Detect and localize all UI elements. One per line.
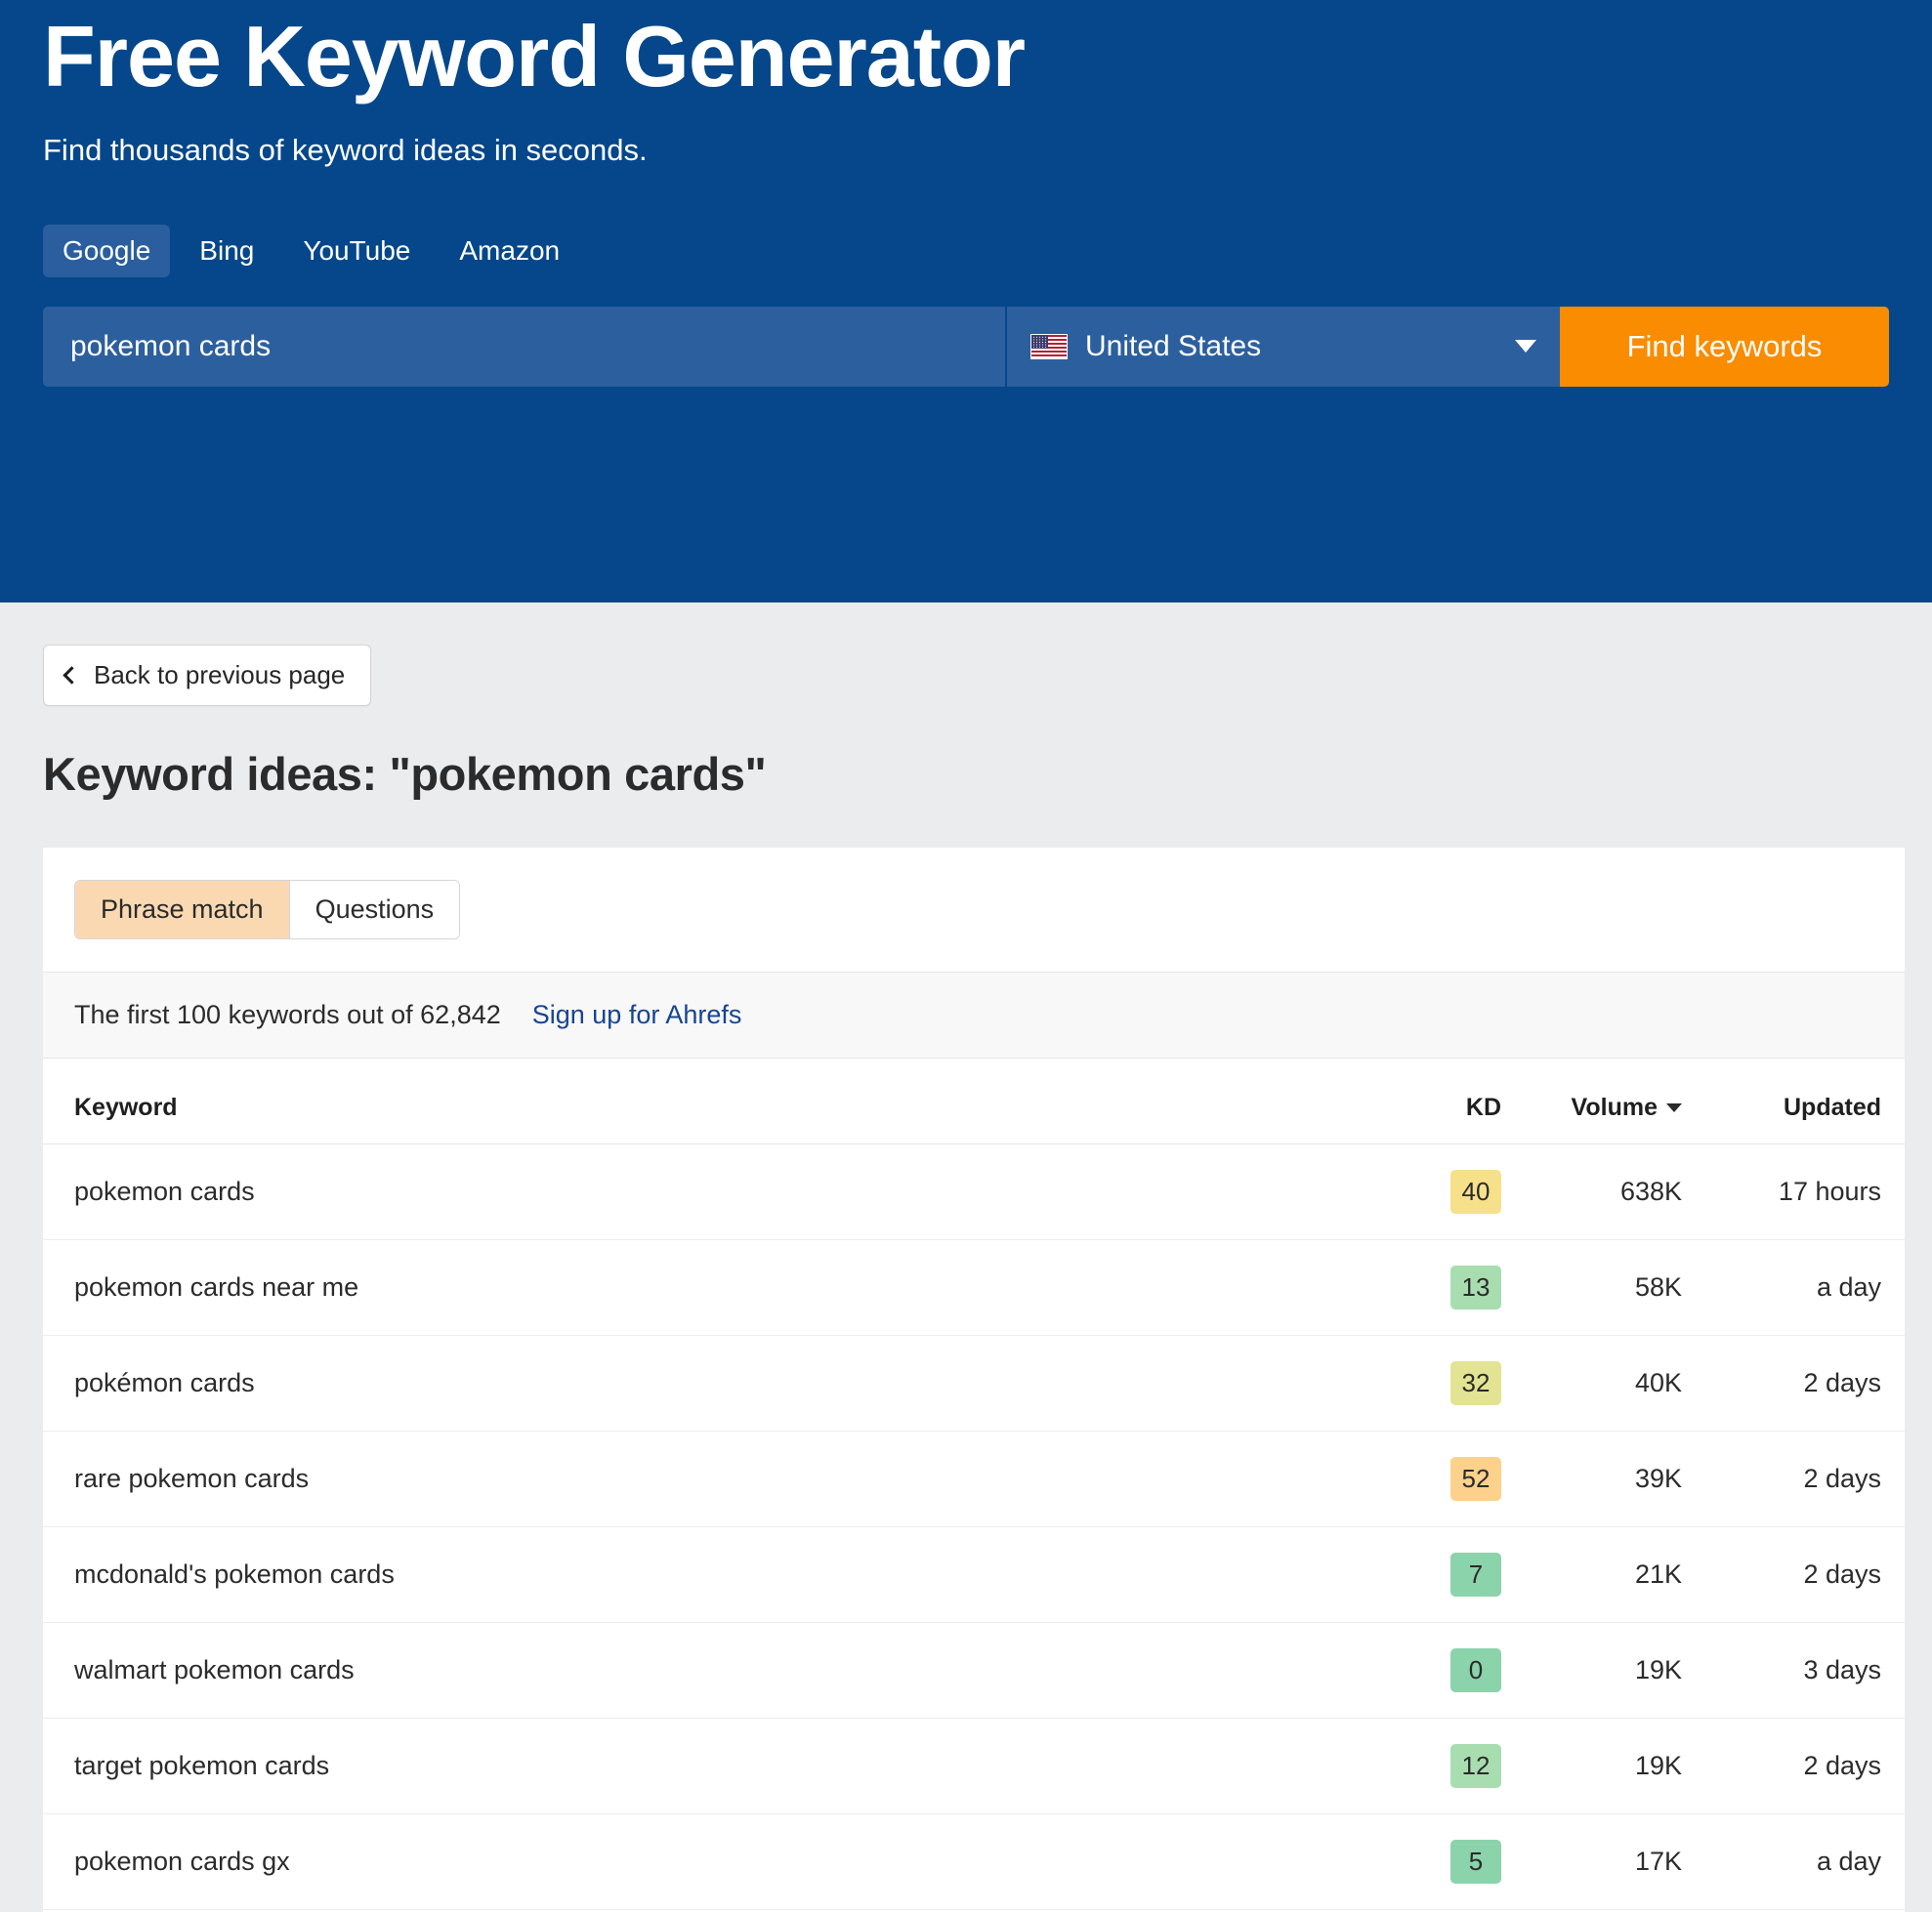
cell-keyword[interactable]: target pokemon cards	[43, 1718, 1316, 1814]
updated-header-label: Updated	[1784, 1094, 1881, 1121]
cell-kd: 40	[1316, 1143, 1501, 1240]
table-row[interactable]: pokemon cards near me 13 58K a day	[43, 1239, 1905, 1336]
table-row[interactable]: pokémon cards 32 40K 2 days	[43, 1335, 1905, 1432]
kd-badge: 32	[1450, 1361, 1501, 1405]
cell-kd: 13	[1316, 1239, 1501, 1336]
hero-header: Free Keyword Generator Find thousands of…	[0, 0, 1932, 603]
keyword-table-body: pokemon cards 40 638K 17 hours pokemon cards…	[43, 1143, 1905, 1912]
cell-volume: 21K	[1501, 1526, 1682, 1623]
back-button-label: Back to previous page	[94, 660, 346, 689]
results-title: Keyword ideas: "pokemon cards"	[43, 748, 767, 800]
kd-header-label: KD	[1465, 1094, 1501, 1121]
table-row[interactable]: pokemon cards 40 638K 17 hours	[43, 1143, 1905, 1240]
us-flag-icon	[1030, 333, 1068, 359]
cell-updated: a day	[1682, 1813, 1905, 1910]
volume-header-label: Volume	[1571, 1094, 1658, 1121]
kd-badge: 40	[1450, 1170, 1501, 1214]
cell-volume: 638K	[1501, 1143, 1682, 1240]
cell-kd: 5	[1316, 1813, 1501, 1910]
cell-keyword[interactable]: pokémon cards	[43, 1335, 1316, 1432]
kd-badge: 12	[1450, 1744, 1501, 1788]
country-select[interactable]: United States	[1005, 306, 1560, 387]
sort-desc-caret-icon	[1666, 1102, 1682, 1112]
kd-badge: 13	[1450, 1266, 1501, 1309]
tab-bing[interactable]: Bing	[180, 225, 273, 277]
cell-keyword[interactable]: mcdonald's pokemon cards	[43, 1526, 1316, 1623]
cell-volume: 39K	[1501, 1431, 1682, 1527]
chevron-left-icon	[63, 665, 81, 685]
cell-updated: 2 days	[1682, 1335, 1905, 1432]
column-header-keyword[interactable]: Keyword	[43, 1059, 1316, 1144]
cell-keyword[interactable]: pokemon cards near me	[43, 1239, 1316, 1336]
table-row[interactable]: pokemon cards gx 5 17K a day	[43, 1813, 1905, 1910]
tab-phrase-match[interactable]: Phrase match	[75, 881, 289, 938]
table-row[interactable]: rare pokemon cards 52 39K 2 days	[43, 1431, 1905, 1527]
kd-badge: 7	[1450, 1553, 1501, 1597]
cell-volume: 17K	[1501, 1813, 1682, 1910]
keyword-ideas-table: Keyword KD Volume Updated pokemon cards 4…	[43, 1059, 1905, 1912]
segmented-control: Phrase match Questions	[74, 880, 461, 939]
cell-updated: 2 days	[1682, 1431, 1905, 1527]
cell-kd: 7	[1316, 1526, 1501, 1623]
find-keywords-button[interactable]: Find keywords	[1560, 306, 1889, 387]
cell-volume: 19K	[1501, 1718, 1682, 1814]
kd-badge: 52	[1450, 1457, 1501, 1501]
cell-kd: 0	[1316, 1622, 1501, 1719]
table-row[interactable]: walmart pokemon cards 0 19K 3 days	[43, 1622, 1905, 1719]
tab-amazon[interactable]: Amazon	[440, 225, 579, 277]
column-header-volume[interactable]: Volume	[1501, 1059, 1682, 1144]
results-count-bar: The first 100 keywords out of 62,842 Sig…	[43, 972, 1905, 1059]
cell-volume: 19K	[1501, 1622, 1682, 1719]
cell-keyword[interactable]: walmart pokemon cards	[43, 1622, 1316, 1719]
cell-keyword[interactable]: rare pokemon cards	[43, 1431, 1316, 1527]
hero-subtitle: Find thousands of keyword ideas in secon…	[43, 132, 648, 167]
column-header-updated[interactable]: Updated	[1682, 1059, 1905, 1144]
chevron-down-icon	[1515, 340, 1536, 353]
cell-kd: 12	[1316, 1718, 1501, 1814]
search-form: United States Find keywords	[43, 306, 1889, 387]
cell-volume: 58K	[1501, 1239, 1682, 1336]
tab-youtube[interactable]: YouTube	[283, 225, 430, 277]
results-count-text: The first 100 keywords out of 62,842	[74, 1000, 501, 1029]
page-body: Back to previous page Keyword ideas: "po…	[0, 603, 1932, 1912]
cell-keyword[interactable]: pokemon cards	[43, 1143, 1316, 1240]
back-to-previous-page-button[interactable]: Back to previous page	[43, 644, 372, 706]
cell-kd: 52	[1316, 1431, 1501, 1527]
signup-ahrefs-link[interactable]: Sign up for Ahrefs	[532, 1000, 742, 1030]
cell-keyword[interactable]: pokemon cards gx	[43, 1813, 1316, 1910]
cell-updated: 3 days	[1682, 1622, 1905, 1719]
country-select-value: United States	[1085, 329, 1262, 362]
cell-updated: a day	[1682, 1239, 1905, 1336]
keyword-results-card: Phrase match Questions The first 100 key…	[43, 848, 1905, 1912]
cell-volume: 40K	[1501, 1335, 1682, 1432]
table-header-row: Keyword KD Volume Updated	[43, 1059, 1905, 1144]
table-row[interactable]: mcdonald's pokemon cards 7 21K 2 days	[43, 1526, 1905, 1623]
tab-questions[interactable]: Questions	[288, 881, 460, 938]
column-header-kd[interactable]: KD	[1316, 1059, 1501, 1144]
kd-badge: 0	[1450, 1648, 1501, 1692]
cell-updated: 2 days	[1682, 1718, 1905, 1814]
kd-badge: 5	[1450, 1840, 1501, 1884]
keyword-search-input[interactable]	[43, 306, 1005, 387]
cell-updated: 17 hours	[1682, 1143, 1905, 1240]
table-row[interactable]: target pokemon cards 12 19K 2 days	[43, 1718, 1905, 1814]
cell-updated: 2 days	[1682, 1526, 1905, 1623]
page-heading: Free Keyword Generator	[43, 8, 1026, 104]
tab-google[interactable]: Google	[43, 224, 171, 277]
search-engine-tabs: Google Bing YouTube Amazon	[43, 224, 1932, 277]
match-type-tabs: Phrase match Questions	[43, 848, 1905, 972]
cell-kd: 32	[1316, 1335, 1501, 1432]
